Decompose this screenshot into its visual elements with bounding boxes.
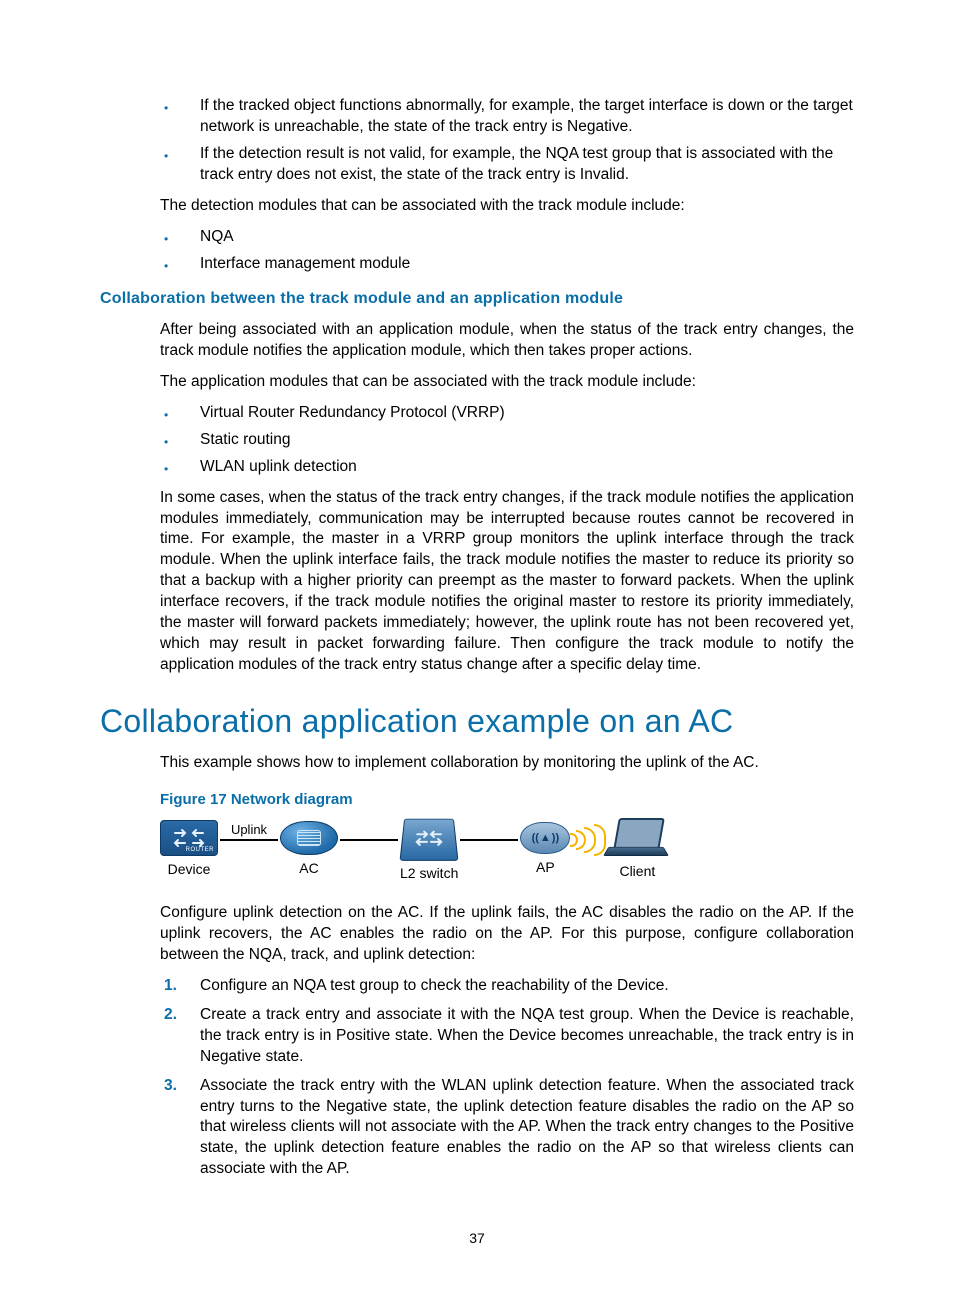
list-item: If the detection result is not valid, fo…	[160, 144, 854, 186]
diagram-link	[460, 839, 518, 841]
diagram-node-ac: AC	[280, 821, 338, 878]
step-text: Associate the track entry with the WLAN …	[200, 1077, 854, 1178]
paragraph: This example shows how to implement coll…	[160, 753, 854, 774]
wireless-waves-icon	[570, 825, 606, 855]
paragraph: The application modules that can be asso…	[160, 372, 854, 393]
diagram-node-ap: ▲ AP	[520, 822, 570, 877]
step-item: 3. Associate the track entry with the WLA…	[160, 1076, 854, 1181]
paragraph: The detection modules that can be associ…	[160, 196, 854, 217]
node-label: Client	[619, 862, 655, 881]
ac-icon	[280, 821, 338, 855]
list-item: Interface management module	[160, 254, 854, 275]
node-label: AC	[299, 859, 318, 878]
step-number: 3.	[164, 1076, 177, 1097]
diagram-node-client: Client	[606, 818, 668, 881]
l2-switch-icon	[400, 819, 459, 861]
list-item: Virtual Router Redundancy Protocol (VRRP…	[160, 403, 854, 424]
laptop-icon	[606, 818, 668, 858]
ap-icon: ▲	[520, 822, 570, 854]
top-bullet-list: If the tracked object functions abnormal…	[160, 96, 854, 186]
paragraph: After being associated with an applicati…	[160, 320, 854, 362]
list-item: Static routing	[160, 430, 854, 451]
step-item: 1. Configure an NQA test group to check t…	[160, 976, 854, 997]
router-tag: ROUTER	[186, 846, 214, 854]
list-item: NQA	[160, 227, 854, 248]
steps-list: 1. Configure an NQA test group to check t…	[160, 976, 854, 1180]
diagram-link-uplink	[220, 839, 278, 841]
diagram-node-device: ROUTER Device	[160, 820, 218, 879]
figure-caption: Figure 17 Network diagram	[160, 790, 854, 810]
step-text: Create a track entry and associate it wi…	[200, 1006, 854, 1065]
network-diagram: ROUTER Device AC L2	[160, 816, 854, 883]
node-label: AP	[536, 858, 555, 877]
step-number: 1.	[164, 976, 177, 997]
paragraph: In some cases, when the status of the tr…	[160, 488, 854, 676]
router-icon: ROUTER	[160, 820, 218, 856]
page-number: 37	[0, 1229, 954, 1248]
paragraph: Configure uplink detection on the AC. If…	[160, 903, 854, 966]
detection-bullet-list: NQA Interface management module	[160, 227, 854, 275]
app-bullet-list: Virtual Router Redundancy Protocol (VRRP…	[160, 403, 854, 478]
list-item: If the tracked object functions abnormal…	[160, 96, 854, 138]
diagram-link	[340, 839, 398, 841]
list-item: WLAN uplink detection	[160, 457, 854, 478]
section-heading: Collaboration application example on an …	[100, 700, 854, 743]
diagram-node-l2: L2 switch	[400, 816, 458, 883]
node-label: L2 switch	[400, 864, 458, 883]
step-item: 2. Create a track entry and associate it …	[160, 1005, 854, 1068]
subsection-heading: Collaboration between the track module a…	[100, 288, 854, 310]
step-text: Configure an NQA test group to check the…	[200, 977, 669, 994]
step-number: 2.	[164, 1005, 177, 1026]
node-label: Device	[168, 860, 211, 879]
